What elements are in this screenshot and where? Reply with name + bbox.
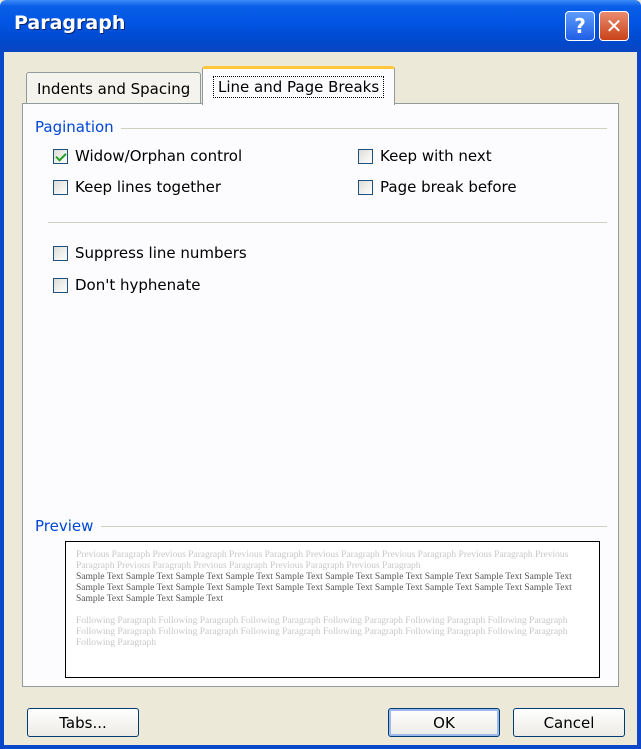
keep-with-next-checkbox[interactable]: Keep with next xyxy=(358,147,492,165)
cancel-button[interactable]: Cancel xyxy=(513,708,625,737)
section-divider xyxy=(48,222,607,223)
title-bar[interactable]: Paragraph ? ✕ xyxy=(0,0,641,52)
preview-following-paragraph: Following Paragraph Following Paragraph … xyxy=(76,616,568,648)
pagination-group-label: Pagination xyxy=(35,118,114,136)
close-icon: ✕ xyxy=(605,14,623,38)
window-frame-right xyxy=(637,52,641,749)
close-button[interactable]: ✕ xyxy=(599,11,629,41)
tab-indents-and-spacing[interactable]: Indents and Spacing xyxy=(26,72,202,104)
preview-group-label: Preview xyxy=(35,517,94,535)
window-frame-bottom xyxy=(0,745,641,749)
help-button[interactable]: ? xyxy=(565,11,595,41)
checkbox-icon xyxy=(358,148,373,164)
widow-orphan-control-checkbox[interactable]: Widow/Orphan control xyxy=(53,147,242,165)
window-frame-left xyxy=(0,52,4,749)
tab-line-and-page-breaks[interactable]: Line and Page Breaks xyxy=(202,66,396,105)
tab-label: Line and Page Breaks xyxy=(213,76,385,98)
button-label: Tabs... xyxy=(59,713,107,732)
checkbox-label: Widow/Orphan control xyxy=(75,147,243,165)
dont-hyphenate-checkbox[interactable]: Don't hyphenate xyxy=(53,276,200,294)
button-label: OK xyxy=(433,713,455,732)
tabs-button[interactable]: Tabs... xyxy=(27,708,139,737)
checkbox-label: Suppress line numbers xyxy=(75,244,247,262)
page-break-before-checkbox[interactable]: Page break before xyxy=(358,178,517,196)
preview-box: Previous Paragraph Previous Paragraph Pr… xyxy=(65,541,600,678)
paragraph-dialog: Paragraph ? ✕ Indents and Spacing Line a… xyxy=(0,0,641,749)
pagination-divider xyxy=(121,128,607,129)
checkbox-label: Keep with next xyxy=(380,147,492,165)
help-icon: ? xyxy=(574,14,586,38)
button-label: Cancel xyxy=(543,713,595,732)
ok-button[interactable]: OK xyxy=(388,708,500,737)
preview-previous-paragraph: Previous Paragraph Previous Paragraph Pr… xyxy=(76,550,569,571)
checkbox-icon xyxy=(358,179,373,195)
checkbox-icon xyxy=(53,179,68,195)
checkbox-label: Keep lines together xyxy=(75,178,222,196)
preview-divider xyxy=(101,526,607,527)
suppress-line-numbers-checkbox[interactable]: Suppress line numbers xyxy=(53,244,247,262)
checkbox-label: Page break before xyxy=(380,178,517,196)
dialog-title: Paragraph xyxy=(14,12,126,34)
checkbox-icon xyxy=(53,277,68,293)
checkbox-checked-icon xyxy=(53,148,68,164)
checkbox-label: Don't hyphenate xyxy=(75,276,201,294)
tab-label: Indents and Spacing xyxy=(37,79,191,98)
keep-lines-together-checkbox[interactable]: Keep lines together xyxy=(53,178,221,196)
preview-sample-text: Sample Text Sample Text Sample Text Samp… xyxy=(76,572,572,604)
checkbox-icon xyxy=(53,245,68,261)
